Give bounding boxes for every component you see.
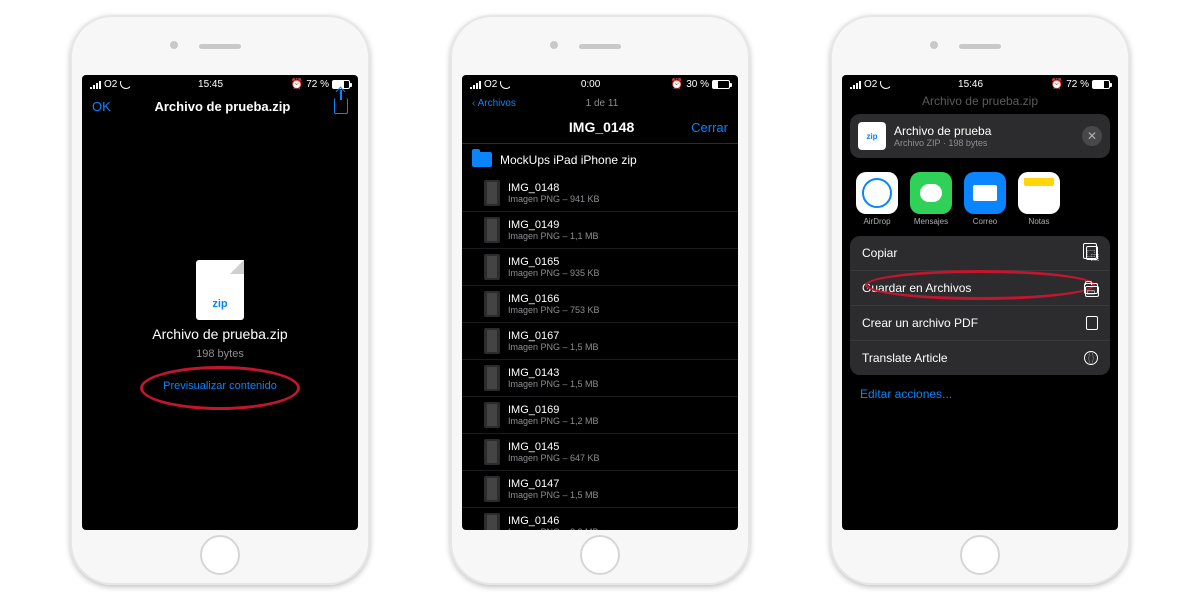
folder-icon (472, 152, 492, 167)
notes-icon (1018, 172, 1060, 214)
list-item[interactable]: IMG_0165Imagen PNG – 935 KB (462, 249, 738, 286)
share-icon[interactable] (334, 98, 348, 114)
list-item[interactable]: IMG_0146Imagen PNG – 2,3 MB (462, 508, 738, 530)
list-item[interactable]: IMG_0148Imagen PNG – 941 KB (462, 175, 738, 212)
phone-mockup-2: O2 0:00 ⏰30 % ‹ Archivos 1 de 11 IMG_014… (450, 15, 750, 585)
share-apps-row: AirDrop Mensajes Correo Notas (842, 166, 1118, 236)
thumbnail-icon (484, 476, 500, 502)
clock: 15:45 (198, 79, 223, 90)
share-app-msg[interactable]: Mensajes (910, 172, 952, 226)
thumbnail-icon (484, 217, 500, 243)
close-button[interactable]: Cerrar (691, 120, 728, 135)
phone-mockup-3: O2 15:46 ⏰72 % Archivo de prueba.zip zip… (830, 15, 1130, 585)
file-size: 198 bytes (196, 348, 244, 360)
share-app-mail[interactable]: Correo (964, 172, 1006, 226)
thumbnail-icon (484, 254, 500, 280)
action-copy[interactable]: Copiar (850, 236, 1110, 271)
clock: 15:46 (958, 79, 983, 90)
thumbnail-icon (484, 402, 500, 428)
back-link[interactable]: ‹ Archivos (472, 98, 516, 109)
airdrop-icon (856, 172, 898, 214)
status-bar: O2 15:45 ⏰72 % (82, 75, 358, 92)
action-folder[interactable]: Guardar en Archivos (850, 271, 1110, 306)
file-name: Archivo de prueba.zip (152, 326, 287, 342)
phone-mockup-1: O2 15:45 ⏰72 % OK Archivo de prueba.zip … (70, 15, 370, 585)
copy-icon (1086, 246, 1098, 260)
ok-button[interactable]: OK (92, 99, 111, 114)
list-item[interactable]: IMG_0143Imagen PNG – 1,5 MB (462, 360, 738, 397)
list-item[interactable]: IMG_0145Imagen PNG – 647 KB (462, 434, 738, 471)
action-pdf[interactable]: Crear un archivo PDF (850, 306, 1110, 341)
action-globe[interactable]: Translate Article (850, 341, 1110, 375)
thumbnail-icon (484, 180, 500, 206)
thumbnail-icon (484, 291, 500, 317)
mail-icon (964, 172, 1006, 214)
edit-actions-link[interactable]: Editar acciones... (842, 375, 1118, 413)
list-item[interactable]: IMG_0167Imagen PNG – 1,5 MB (462, 323, 738, 360)
zip-mini-icon: zip (858, 122, 886, 150)
share-app-airdrop[interactable]: AirDrop (856, 172, 898, 226)
wifi-icon (120, 81, 130, 89)
signal-icon (90, 81, 101, 89)
nav-secondary: ‹ Archivos 1 de 11 (462, 92, 738, 115)
clock: 0:00 (581, 79, 600, 90)
share-sheet-header: zip Archivo de pruebaArchivo ZIP · 198 b… (850, 114, 1110, 158)
thumbnail-icon (484, 365, 500, 391)
home-button[interactable] (200, 535, 240, 575)
status-bar: O2 15:46 ⏰72 % (842, 75, 1118, 92)
list-item[interactable]: IMG_0169Imagen PNG – 1,2 MB (462, 397, 738, 434)
thumbnail-icon (484, 439, 500, 465)
zip-file-icon: zip (196, 260, 244, 320)
folder-header[interactable]: MockUps iPad iPhone zip (462, 144, 738, 175)
share-app-notes[interactable]: Notas (1018, 172, 1060, 226)
thumbnail-icon (484, 513, 500, 530)
close-icon[interactable]: ✕ (1082, 126, 1102, 146)
page-title: Archivo de prueba.zip (154, 99, 290, 114)
nav-bar: OK Archivo de prueba.zip (82, 92, 358, 122)
background-title: Archivo de prueba.zip (842, 92, 1118, 114)
list-item[interactable]: IMG_0147Imagen PNG – 1,5 MB (462, 471, 738, 508)
status-bar: O2 0:00 ⏰30 % (462, 75, 738, 92)
folder-icon (1084, 283, 1098, 294)
home-button[interactable] (580, 535, 620, 575)
thumbnail-icon (484, 328, 500, 354)
file-list[interactable]: IMG_0148Imagen PNG – 941 KBIMG_0149Image… (462, 175, 738, 530)
globe-icon (1084, 351, 1098, 365)
list-item[interactable]: IMG_0149Imagen PNG – 1,1 MB (462, 212, 738, 249)
pdf-icon (1086, 316, 1098, 330)
msg-icon (910, 172, 952, 214)
list-item[interactable]: IMG_0166Imagen PNG – 753 KB (462, 286, 738, 323)
highlight-ellipse (140, 366, 300, 410)
actions-list: CopiarGuardar en ArchivosCrear un archiv… (850, 236, 1110, 375)
home-button[interactable] (960, 535, 1000, 575)
